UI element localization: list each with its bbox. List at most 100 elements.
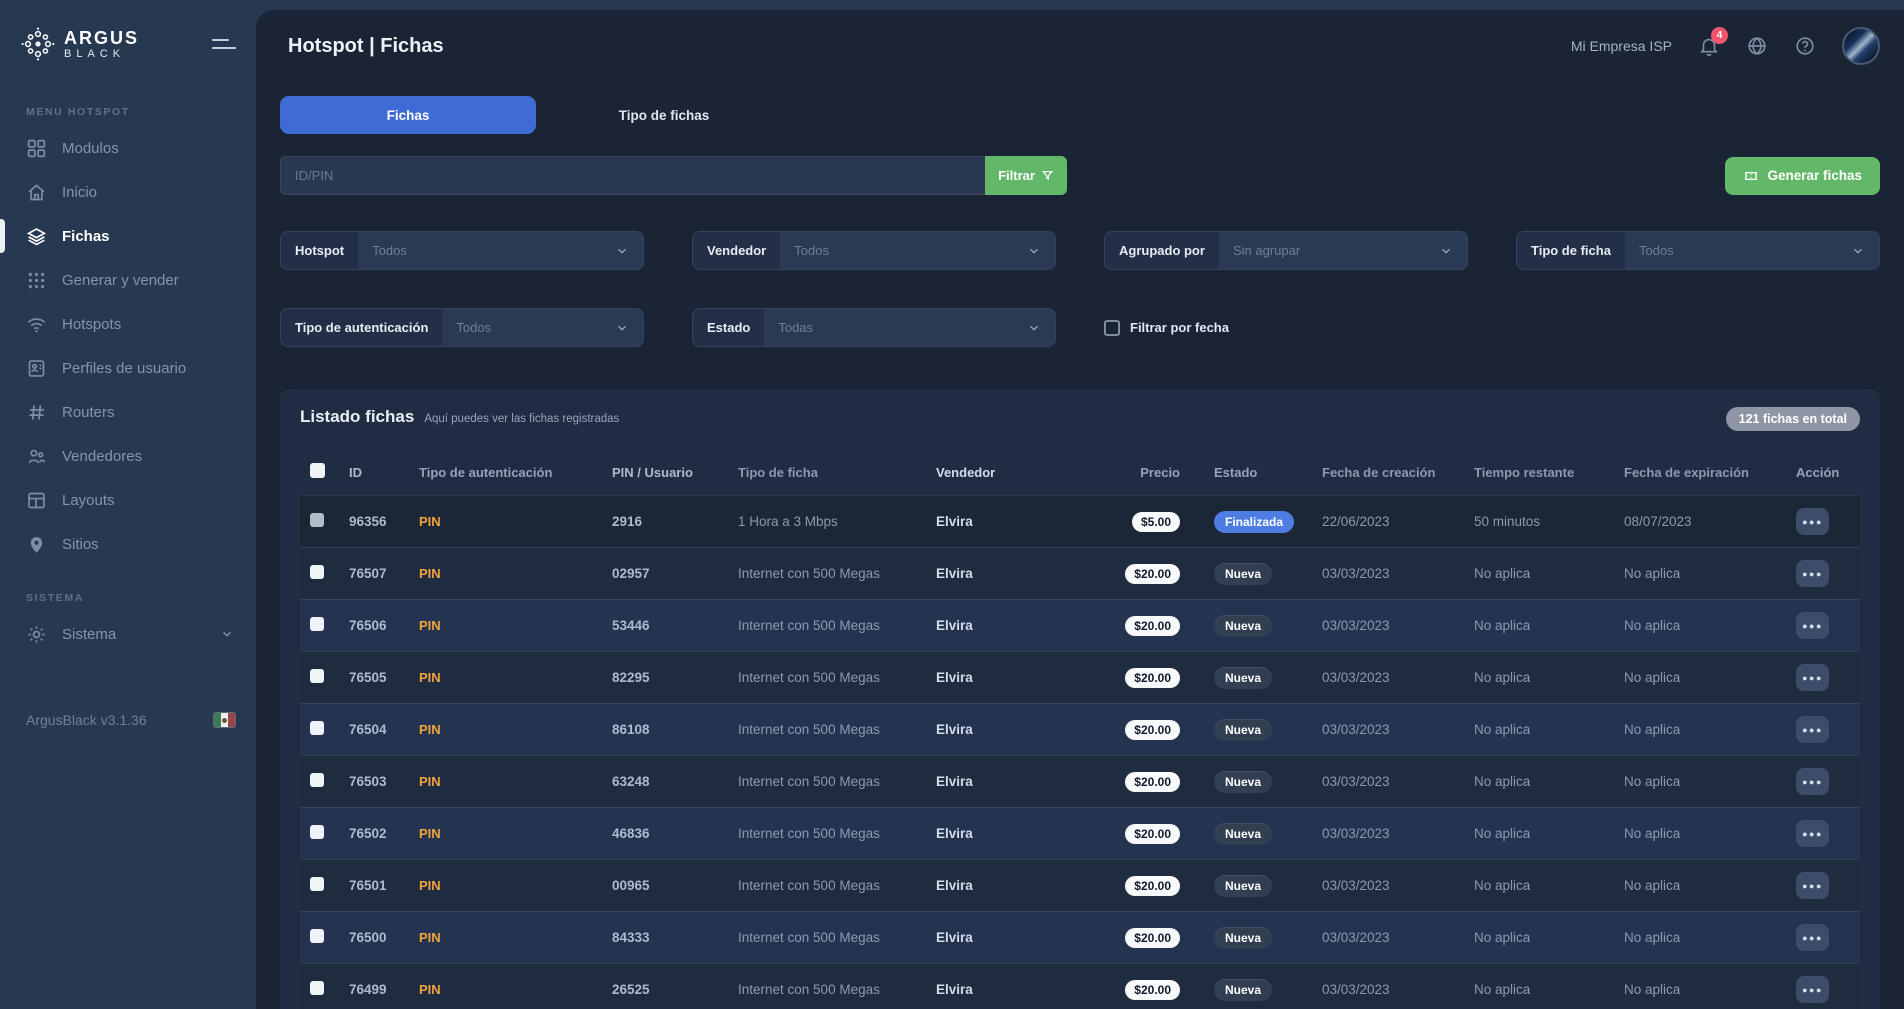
row-actions-button[interactable]: ●●● <box>1796 924 1829 951</box>
cell-auth-type: PIN <box>408 618 600 633</box>
search-input[interactable] <box>280 156 985 195</box>
row-checkbox[interactable] <box>310 825 324 839</box>
cell-tiempo-restante: No aplica <box>1462 618 1612 633</box>
cell-fecha-expiracion: No aplica <box>1612 566 1780 581</box>
globe-icon[interactable] <box>1746 35 1768 57</box>
user-avatar[interactable] <box>1842 27 1880 65</box>
row-actions-button[interactable]: ●●● <box>1796 664 1829 691</box>
sidebar-item-perfiles-de-usuario[interactable]: Perfiles de usuario <box>0 346 256 390</box>
row-checkbox[interactable] <box>310 981 324 995</box>
tab-tipo-de-fichas[interactable]: Tipo de fichas <box>536 96 792 134</box>
filter-button[interactable]: Filtrar <box>985 156 1067 195</box>
row-actions-button[interactable]: ●●● <box>1796 872 1829 899</box>
cell-tiempo-restante: No aplica <box>1462 930 1612 945</box>
row-checkbox[interactable] <box>310 773 324 787</box>
page-title: Hotspot | Fichas <box>288 35 444 58</box>
cell-pin-usuario: 02957 <box>600 566 726 581</box>
price-pill: $5.00 <box>1132 512 1180 532</box>
topbar: Hotspot | Fichas Mi Empresa ISP 4 <box>280 26 1880 66</box>
sidebar-item-inicio[interactable]: Inicio <box>0 170 256 214</box>
table-row[interactable]: 76506PIN53446Internet con 500 MegasElvir… <box>300 599 1860 651</box>
sidebar-item-generar-y-vender[interactable]: Generar y vender <box>0 258 256 302</box>
filter-dropdown-agrupado-por[interactable]: Agrupado porSin agrupar <box>1104 231 1468 270</box>
cell-vendedor: Elvira <box>924 514 1094 529</box>
filter-dropdown-vendedor[interactable]: VendedorTodos <box>692 231 1056 270</box>
cell-fecha-expiracion: No aplica <box>1612 774 1780 789</box>
cell-fecha-creacion: 03/03/2023 <box>1310 878 1462 893</box>
row-actions-button[interactable]: ●●● <box>1796 820 1829 847</box>
status-badge: Nueva <box>1214 823 1272 845</box>
table-row[interactable]: 76499PIN26525Internet con 500 MegasElvir… <box>300 963 1860 1009</box>
language-flag-icon[interactable] <box>213 712 236 728</box>
tabs: Fichas Tipo de fichas <box>280 96 1880 134</box>
row-actions-button[interactable]: ●●● <box>1796 508 1829 535</box>
dropdown-selected-value: Todos <box>1625 243 1851 258</box>
cell-tiempo-restante: No aplica <box>1462 826 1612 841</box>
row-actions-button[interactable]: ●●● <box>1796 612 1829 639</box>
table-row[interactable]: 76504PIN86108Internet con 500 MegasElvir… <box>300 703 1860 755</box>
notifications-bell-icon[interactable]: 4 <box>1698 35 1720 57</box>
sidebar-item-hotspots[interactable]: Hotspots <box>0 302 256 346</box>
row-checkbox[interactable] <box>310 669 324 683</box>
column-header: Tipo de ficha <box>726 465 924 480</box>
sidebar-item-vendedores[interactable]: Vendedores <box>0 434 256 478</box>
cell-estado: Nueva <box>1194 875 1310 897</box>
table-row[interactable]: 76502PIN46836Internet con 500 MegasElvir… <box>300 807 1860 859</box>
sidebar-item-fichas[interactable]: Fichas <box>0 214 256 258</box>
sidebar-item-routers[interactable]: Routers <box>0 390 256 434</box>
cell-select <box>300 669 340 686</box>
row-checkbox[interactable] <box>310 721 324 735</box>
row-checkbox[interactable] <box>310 565 324 579</box>
filter-dropdown-hotspot[interactable]: HotspotTodos <box>280 231 644 270</box>
select-all-checkbox[interactable] <box>310 463 325 478</box>
filter-dropdown-tipo-de-autenticacion[interactable]: Tipo de autenticaciónTodos <box>280 308 644 347</box>
table-row[interactable]: 76505PIN82295Internet con 500 MegasElvir… <box>300 651 1860 703</box>
table-row[interactable]: 76507PIN02957Internet con 500 MegasElvir… <box>300 547 1860 599</box>
sidebar-collapse-icon[interactable] <box>212 39 238 50</box>
argusblack-logo-icon <box>20 26 56 62</box>
sidebar-item-modulos[interactable]: Modulos <box>0 126 256 170</box>
cell-pin-usuario: 63248 <box>600 774 726 789</box>
row-actions-button[interactable]: ●●● <box>1796 560 1829 587</box>
topbar-actions: Mi Empresa ISP 4 <box>1571 27 1880 65</box>
dropdown-selected-value: Todos <box>358 243 615 258</box>
table-row[interactable]: 76501PIN00965Internet con 500 MegasElvir… <box>300 859 1860 911</box>
table-row[interactable]: 76503PIN63248Internet con 500 MegasElvir… <box>300 755 1860 807</box>
brand-name: ARGUS BLACK <box>64 29 139 60</box>
cell-accion: ●●● <box>1780 872 1860 899</box>
cell-estado: Nueva <box>1194 771 1310 793</box>
cell-vendedor: Elvira <box>924 566 1094 581</box>
chevron-down-icon <box>615 244 629 258</box>
cell-tipo-de-ficha: Internet con 500 Megas <box>726 878 924 893</box>
sidebar-item-layouts[interactable]: Layouts <box>0 478 256 522</box>
cell-tipo-de-ficha: 1 Hora a 3 Mbps <box>726 514 924 529</box>
table-row[interactable]: 76500PIN84333Internet con 500 MegasElvir… <box>300 911 1860 963</box>
cell-precio: $5.00 <box>1094 512 1194 532</box>
sidebar-item-sitios[interactable]: Sitios <box>0 522 256 566</box>
cell-estado: Nueva <box>1194 823 1310 845</box>
tab-fichas[interactable]: Fichas <box>280 96 536 134</box>
cell-accion: ●●● <box>1780 508 1860 535</box>
cell-fecha-expiracion: No aplica <box>1612 618 1780 633</box>
help-icon[interactable] <box>1794 35 1816 57</box>
row-checkbox[interactable] <box>310 877 324 891</box>
sidebar-item-label: Sitios <box>62 536 99 553</box>
sidebar-item-sistema[interactable]: Sistema <box>0 612 256 656</box>
row-actions-button[interactable]: ●●● <box>1796 976 1829 1003</box>
cell-vendedor: Elvira <box>924 826 1094 841</box>
app-version: ArgusBlack v3.1.36 <box>26 712 147 728</box>
row-checkbox[interactable] <box>310 513 324 527</box>
filter-by-date-checkbox[interactable]: Filtrar por fecha <box>1104 308 1468 347</box>
row-actions-button[interactable]: ●●● <box>1796 768 1829 795</box>
auth-type-label: PIN <box>419 722 441 737</box>
checkbox-icon[interactable] <box>1104 320 1120 336</box>
filter-dropdown-tipo-de-ficha[interactable]: Tipo de fichaTodos <box>1516 231 1880 270</box>
price-pill: $20.00 <box>1125 720 1180 740</box>
row-actions-button[interactable]: ●●● <box>1796 716 1829 743</box>
filter-dropdown-estado[interactable]: EstadoTodas <box>692 308 1056 347</box>
table-row[interactable]: 96356PIN29161 Hora a 3 MbpsElvira$5.00Fi… <box>300 495 1860 547</box>
row-checkbox[interactable] <box>310 617 324 631</box>
generate-fichas-button[interactable]: Generar fichas <box>1725 157 1880 195</box>
row-checkbox[interactable] <box>310 929 324 943</box>
sidebar-item-label: Perfiles de usuario <box>62 360 186 377</box>
